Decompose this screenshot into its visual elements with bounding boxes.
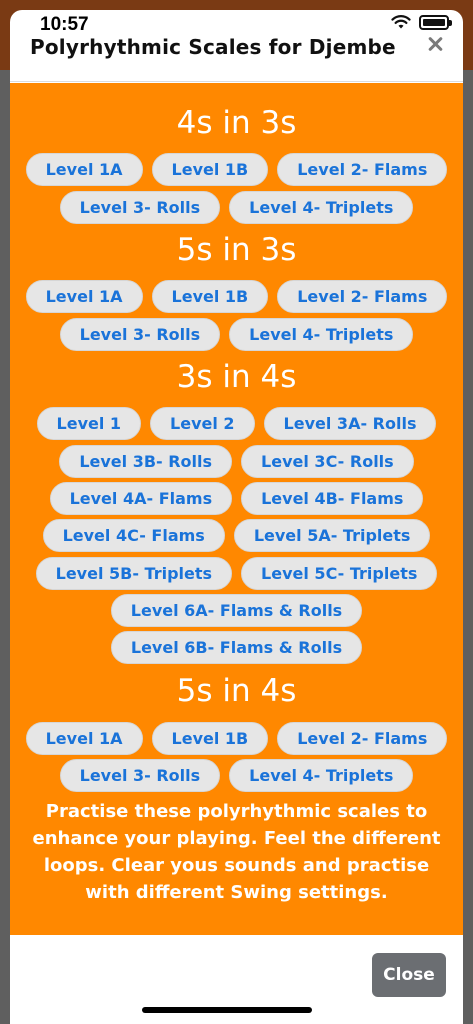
level-button[interactable]: Level 4B- Flams: [241, 482, 424, 515]
level-button[interactable]: Level 1A: [25, 722, 143, 755]
level-button[interactable]: Level 2- Flams: [277, 722, 448, 755]
level-button[interactable]: Level 4C- Flams: [42, 519, 225, 552]
button-row: Level 1A Level 1B Level 2- Flams: [10, 722, 463, 755]
button-row: Level 5B- Triplets Level 5C- Triplets: [10, 557, 463, 590]
level-button[interactable]: Level 1A: [25, 153, 143, 186]
level-button[interactable]: Level 4- Triplets: [229, 318, 414, 351]
section-title-4s-in-3s: 4s in 3s: [176, 105, 297, 141]
button-row: Level 6B- Flams & Rolls: [10, 631, 463, 664]
home-indicator: [142, 1007, 312, 1013]
level-button[interactable]: Level 4- Triplets: [229, 191, 414, 224]
scales-content: 4s in 3s Level 1A Level 1B Level 2- Flam…: [10, 83, 463, 935]
level-button[interactable]: Level 5B- Triplets: [35, 557, 233, 590]
level-button[interactable]: Level 2- Flams: [277, 280, 448, 313]
level-button[interactable]: Level 4A- Flams: [49, 482, 233, 515]
button-row: Level 3- Rolls Level 4- Triplets: [10, 759, 463, 792]
level-button[interactable]: Level 5C- Triplets: [241, 557, 438, 590]
level-button[interactable]: Level 5A- Triplets: [233, 519, 431, 552]
level-button[interactable]: Level 3- Rolls: [59, 318, 221, 351]
level-button[interactable]: Level 1B: [151, 153, 269, 186]
level-button[interactable]: Level 3- Rolls: [59, 759, 221, 792]
level-button[interactable]: Level 1A: [25, 280, 143, 313]
button-row: Level 4C- Flams Level 5A- Triplets: [10, 519, 463, 552]
level-button[interactable]: Level 1: [36, 407, 142, 440]
battery-icon: [419, 14, 452, 30]
level-button[interactable]: Level 1B: [151, 722, 269, 755]
button-row: Level 3- Rolls Level 4- Triplets: [10, 318, 463, 351]
button-row: Level 1A Level 1B Level 2- Flams: [10, 153, 463, 186]
status-bar: 10:57: [0, 0, 473, 40]
button-row: Level 3- Rolls Level 4- Triplets: [10, 191, 463, 224]
button-row: Level 3B- Rolls Level 3C- Rolls: [10, 445, 463, 478]
section-title-5s-in-4s: 5s in 4s: [176, 673, 297, 709]
level-button[interactable]: Level 3C- Rolls: [241, 445, 414, 478]
level-button[interactable]: Level 2- Flams: [277, 153, 448, 186]
modal-dialog: Polyrhythmic Scales for Djembe 4s in 3s …: [10, 10, 463, 1024]
status-icons: [391, 14, 452, 30]
level-button[interactable]: Level 1B: [151, 280, 269, 313]
level-button[interactable]: Level 6A- Flams & Rolls: [110, 594, 363, 627]
button-row: Level 1A Level 1B Level 2- Flams: [10, 280, 463, 313]
button-row: Level 1 Level 2 Level 3A- Rolls: [10, 407, 463, 440]
wifi-icon: [391, 15, 411, 29]
description-text: Practise these polyrhythmic scales to en…: [32, 801, 441, 903]
level-button[interactable]: Level 4- Triplets: [229, 759, 414, 792]
close-button[interactable]: Close: [372, 953, 446, 997]
level-button[interactable]: Level 3- Rolls: [59, 191, 221, 224]
level-button[interactable]: Level 2: [150, 407, 255, 440]
button-row: Level 4A- Flams Level 4B- Flams: [10, 482, 463, 515]
level-button[interactable]: Level 3B- Rolls: [59, 445, 233, 478]
level-button[interactable]: Level 3A- Rolls: [263, 407, 437, 440]
level-button[interactable]: Level 6B- Flams & Rolls: [110, 631, 363, 664]
status-time: 10:57: [40, 14, 89, 35]
section-title-5s-in-3s: 5s in 3s: [176, 232, 297, 268]
section-title-3s-in-4s: 3s in 4s: [176, 359, 297, 395]
button-row: Level 6A- Flams & Rolls: [10, 594, 463, 627]
